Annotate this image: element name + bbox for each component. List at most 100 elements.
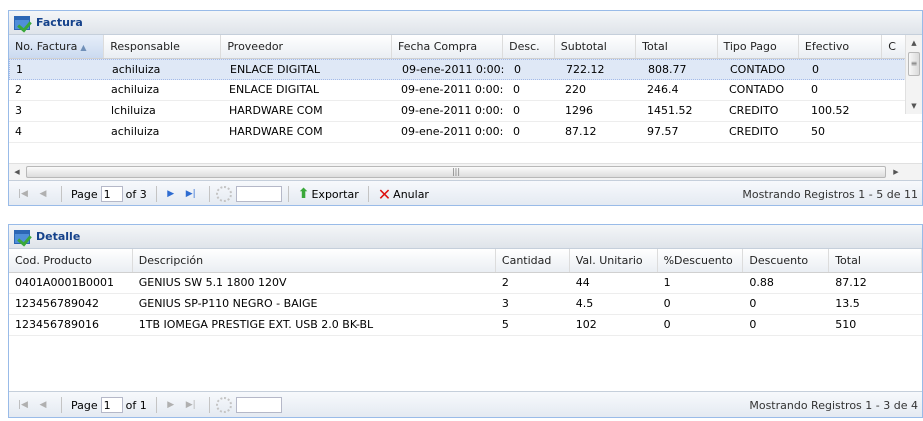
cell-subtotal: 87.12 [565, 125, 597, 138]
scrollbar-thumb[interactable]: ||| [26, 166, 886, 178]
column-header-descuento[interactable]: Descuento [743, 249, 830, 272]
table-row[interactable]: 1 achiluiza ENLACE DIGITAL 09-ene-2011 0… [9, 59, 922, 80]
cell-descripcion: GENIUS SW 5.1 1800 120V [138, 276, 287, 289]
export-label: Exportar [311, 187, 359, 201]
cell-proveedor: HARDWARE COM [229, 125, 323, 138]
column-header-responsable[interactable]: Responsable [104, 35, 222, 58]
detalle-paging-toolbar: |◀ ◀ Page of 1 ▶ ▶| Mostrando Registros … [9, 391, 922, 417]
cell-tipo-pago: CREDITO [729, 104, 779, 117]
cell-tipo-pago: CONTADO [730, 63, 786, 76]
separator [155, 397, 157, 413]
paging-status: Mostrando Registros 1 - 3 de 4 [749, 398, 918, 412]
first-page-icon[interactable]: |◀ [15, 397, 31, 413]
refresh-icon[interactable] [215, 397, 232, 413]
filter-input[interactable] [235, 186, 282, 202]
column-header-total[interactable]: Total [829, 249, 922, 272]
scroll-down-icon[interactable]: ▼ [906, 98, 922, 114]
page-label: Page [71, 187, 98, 201]
cell-tipo-pago: CREDITO [729, 125, 779, 138]
column-header-efectivo[interactable]: Efectivo [799, 35, 883, 58]
cell-responsable: achiluiza [112, 63, 161, 76]
cell-descripcion: 1TB IOMEGA PRESTIGE EXT. USB 2.0 BK-BL [138, 318, 374, 331]
separator [287, 186, 289, 202]
cell-val-unitario: 44 [575, 276, 590, 289]
column-header-cod-producto[interactable]: Cod. Producto [9, 249, 133, 272]
export-button[interactable]: ⬆ Exportar [298, 186, 359, 202]
table-row[interactable]: 123456789016 1TB IOMEGA PRESTIGE EXT. US… [9, 315, 922, 336]
table-row[interactable]: 4 achiluiza HARDWARE COM 09-ene-2011 0:0… [9, 122, 922, 143]
horizontal-scrollbar[interactable]: ◀ ||| ▶ [9, 163, 922, 180]
table-row[interactable]: 0401A0001B0001 GENIUS SW 5.1 1800 120V 2… [9, 273, 922, 294]
cancel-x-icon: ✕ [377, 184, 392, 204]
column-header-proveedor[interactable]: Proveedor [221, 35, 392, 58]
factura-paging-toolbar: |◀ ◀ Page of 3 ▶ ▶| ⬆ Exportar ✕ Anular … [9, 180, 922, 205]
detalle-panel-header: Detalle [9, 225, 922, 249]
first-page-icon[interactable]: |◀ [15, 186, 31, 202]
cell-descuento: 0.88 [749, 276, 774, 289]
cell-fecha-compra: 09-ene-2011 0:00: [401, 83, 504, 96]
factura-grid-body: 1 achiluiza ENLACE DIGITAL 09-ene-2011 0… [9, 59, 922, 145]
scroll-up-icon[interactable]: ▲ [906, 35, 922, 51]
scroll-right-icon[interactable]: ▶ [888, 164, 904, 180]
cell-no-factura: 2 [15, 83, 22, 96]
next-page-icon[interactable]: ▶ [163, 186, 179, 202]
cell-tipo-pago: CONTADO [729, 83, 785, 96]
cell-cantidad: 3 [501, 297, 509, 310]
cell-total: 97.57 [647, 125, 679, 138]
refresh-icon[interactable] [215, 186, 232, 202]
cell-desc: 0 [513, 125, 520, 138]
vertical-scrollbar[interactable]: ▲ ≡ ▼ [905, 35, 922, 114]
next-page-icon[interactable]: ▶ [163, 397, 179, 413]
factura-grid-header: No. Factura ▲ Responsable Proveedor Fecha… [9, 35, 922, 59]
cell-responsable: achiluiza [111, 83, 160, 96]
cell-val-unitario: 4.5 [575, 297, 594, 310]
cell-pct-descuento: 0 [663, 297, 671, 310]
column-header-fecha-compra[interactable]: Fecha Compra [392, 35, 504, 58]
scroll-left-icon[interactable]: ◀ [9, 164, 25, 180]
last-page-icon[interactable]: ▶| [183, 397, 199, 413]
column-header-subtotal[interactable]: Subtotal [555, 35, 637, 58]
cell-cantidad: 5 [501, 318, 509, 331]
table-row[interactable]: 2 achiluiza ENLACE DIGITAL 09-ene-2011 0… [9, 80, 922, 101]
cell-desc: 0 [514, 63, 521, 76]
cell-descuento: 0 [749, 297, 757, 310]
detalle-panel: Detalle Cod. Producto Descripción Cantid… [8, 224, 923, 418]
column-header-total[interactable]: Total [636, 35, 718, 58]
cell-total: 246.4 [647, 83, 679, 96]
cell-total: 13.5 [835, 297, 860, 310]
prev-page-icon[interactable]: ◀ [35, 186, 51, 202]
page-number-input[interactable] [100, 397, 123, 413]
column-header-desc[interactable]: Desc. [503, 35, 555, 58]
separator [208, 397, 210, 413]
column-header-val-unitario[interactable]: Val. Unitario [570, 249, 658, 272]
column-header-cantidad[interactable]: Cantidad [496, 249, 570, 272]
cell-fecha-compra: 09-ene-2011 0:00: [401, 125, 504, 138]
column-header-descripcion[interactable]: Descripción [133, 249, 496, 272]
factura-panel: Factura No. Factura ▲ Responsable Proveed… [8, 10, 923, 206]
cell-cantidad: 2 [501, 276, 509, 289]
cell-descuento: 0 [749, 318, 757, 331]
filter-input[interactable] [235, 397, 282, 413]
table-row[interactable]: 123456789042 GENIUS SP-P110 NEGRO - BAIG… [9, 294, 922, 315]
sort-asc-icon: ▲ [80, 43, 87, 52]
page-number-input[interactable] [100, 186, 123, 202]
column-header-no-factura[interactable]: No. Factura ▲ [9, 35, 105, 58]
prev-page-icon[interactable]: ◀ [35, 397, 51, 413]
cell-cod-producto: 0401A0001B0001 [15, 276, 115, 289]
column-header-pct-descuento[interactable]: %Descuento [658, 249, 744, 272]
grid-icon [14, 229, 32, 246]
paging-status: Mostrando Registros 1 - 5 de 11 [742, 187, 918, 201]
last-page-icon[interactable]: ▶| [183, 186, 199, 202]
cell-pct-descuento: 1 [663, 276, 671, 289]
scrollbar-thumb[interactable]: ≡ [908, 52, 920, 76]
cell-subtotal: 1296 [565, 104, 593, 117]
separator [208, 186, 210, 202]
detalle-grid-header: Cod. Producto Descripción Cantidad Val. … [9, 249, 922, 273]
cell-fecha-compra: 09-ene-2011 0:00: [401, 104, 504, 117]
cancel-button[interactable]: ✕ Anular [378, 185, 429, 204]
factura-panel-header: Factura [9, 11, 922, 35]
table-row[interactable]: 3 lchiluiza HARDWARE COM 09-ene-2011 0:0… [9, 101, 922, 122]
column-header-tipo-pago[interactable]: Tipo Pago [718, 35, 799, 58]
cell-responsable: lchiluiza [111, 104, 156, 117]
cell-proveedor: HARDWARE COM [229, 104, 323, 117]
